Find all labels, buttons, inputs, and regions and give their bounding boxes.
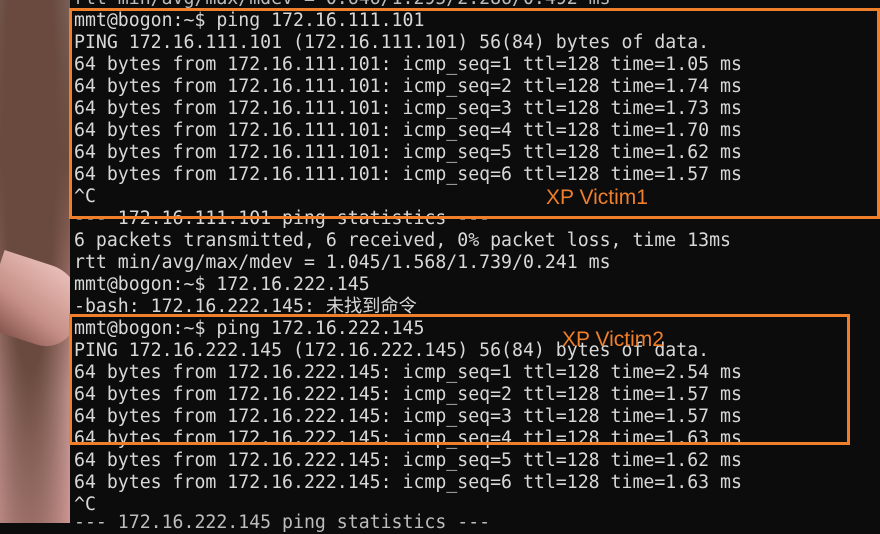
terminal-line: mmt@bogon:~$ 172.16.222.145 xyxy=(74,274,370,295)
highlight-box-victim1 xyxy=(69,8,880,219)
terminal-line: 64 bytes from 172.16.222.145: icmp_seq=6… xyxy=(74,472,742,493)
desktop-background xyxy=(0,0,91,523)
terminal-line: 64 bytes from 172.16.222.145: icmp_seq=5… xyxy=(74,450,742,471)
terminal-line: rtt min/avg/max/mdev = 1.045/1.568/1.739… xyxy=(74,252,611,273)
terminal-line: 6 packets transmitted, 6 received, 0% pa… xyxy=(74,230,731,251)
highlight-box-victim2 xyxy=(69,314,850,445)
victim1-callout-label: XP Victim1 xyxy=(546,186,648,209)
terminal-line: --- 172.16.222.145 ping statistics --- xyxy=(74,512,491,533)
victim2-callout-label: XP Victim2 xyxy=(562,328,664,351)
